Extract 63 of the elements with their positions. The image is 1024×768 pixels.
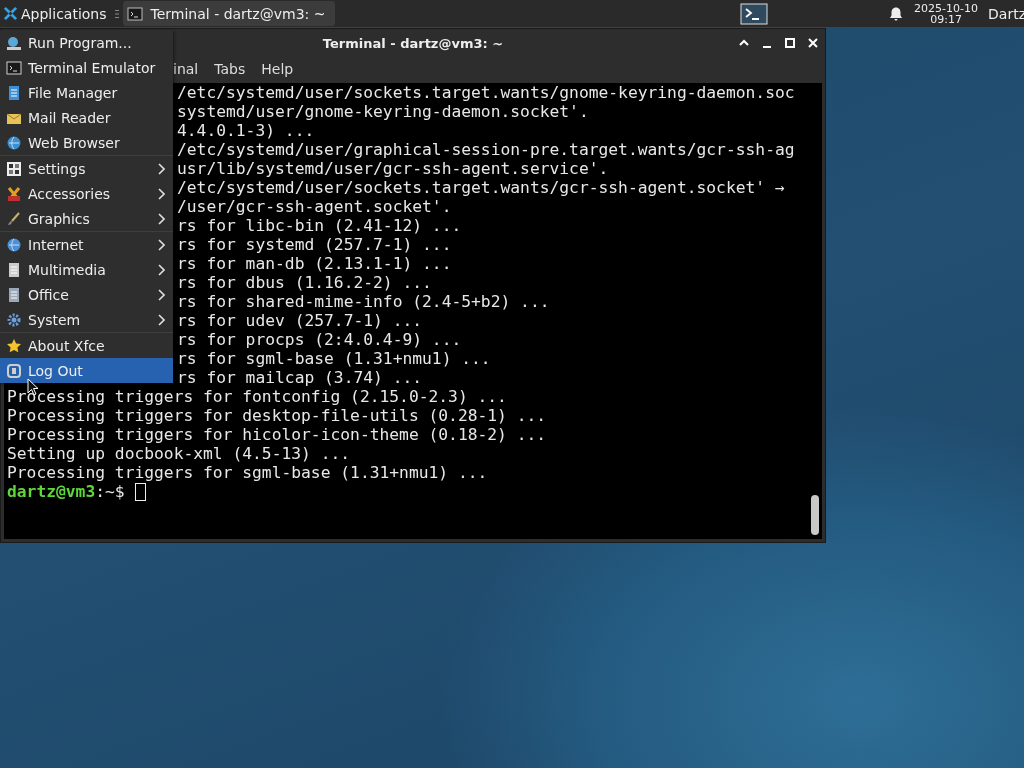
clock-date: 2025-10-10: [914, 2, 979, 14]
scrollbar-thumb[interactable]: [811, 495, 819, 535]
terminal-line: Processing triggers for fontconfig (2.15.0-2.3) ...: [7, 387, 507, 406]
notification-bell-icon[interactable]: [888, 5, 905, 22]
terminal-line: /etc/systemd/user/sockets.target.wants/gcr-ssh-agent.socket' →: [177, 178, 785, 197]
terminal-line: rs for mailcap (3.74) ...: [177, 368, 423, 387]
taskbar-button[interactable]: Terminal - dartz@vm3: ~: [122, 1, 336, 26]
terminal-icon: [126, 5, 143, 22]
terminal-line: Setting up docbook-xml (4.5-13) ...: [7, 444, 351, 463]
terminal-line: rs for libc-bin (2.41-12) ...: [177, 216, 462, 235]
menu-bar-item[interactable]: Tabs: [214, 61, 246, 77]
terminal-line: rs for udev (257.7-1) ...: [177, 311, 423, 330]
globe-icon: [6, 134, 22, 151]
menu-item[interactable]: About Xfce: [0, 333, 173, 358]
gear-icon: [6, 311, 22, 328]
logout-icon: [6, 362, 22, 379]
terminal-line: rs for shared-mime-info (2.4-5+b2) ...: [177, 292, 550, 311]
terminal-icon: [6, 59, 22, 76]
globe-icon: [6, 236, 22, 253]
menu-item[interactable]: Office: [0, 282, 173, 307]
menu-item[interactable]: Terminal Emulator: [0, 55, 173, 80]
terminal-line: rs for systemd (257.7-1) ...: [177, 235, 452, 254]
window-title: Terminal - dartz@vm3: ~: [322, 35, 504, 51]
menu-item[interactable]: Graphics: [0, 206, 173, 231]
terminal-line: Processing triggers for desktop-file-utils (0.28-1) ...: [7, 406, 547, 425]
terminal-line: Processing triggers for hicolor-icon-theme (0.18-2) ...: [7, 425, 547, 444]
menu-item[interactable]: Accessories: [0, 181, 173, 206]
applications-menu-button[interactable]: Applications: [0, 0, 111, 27]
terminal-line: usr/lib/systemd/user/gcr-ssh-agent.service'.: [177, 159, 609, 178]
terminal-line: 4.4.0.1-3) ...: [177, 121, 315, 140]
terminal-line: /user/gcr-ssh-agent.socket'.: [177, 197, 452, 216]
terminal-line: /etc/systemd/user/graphical-session-pre.target.wants/gcr-ssh-ag: [177, 140, 795, 159]
menu-bar-item[interactable]: inal: [173, 61, 199, 77]
terminal-line: rs for dbus (1.16.2-2) ...: [177, 273, 432, 292]
close-icon[interactable]: [807, 37, 819, 49]
brush-icon: [6, 210, 22, 227]
file-icon: [6, 84, 22, 101]
menu-item[interactable]: Internet: [0, 232, 173, 257]
panel-handle-icon: [114, 8, 119, 19]
menu-bar-item[interactable]: Help: [261, 61, 294, 77]
menu-item[interactable]: File Manager: [0, 80, 173, 105]
grid-icon: [6, 160, 22, 177]
terminal-launcher-icon[interactable]: [740, 2, 769, 25]
terminal-line: rs for man-db (2.13.1-1) ...: [177, 254, 452, 273]
terminal-line: systemd/user/gnome-keyring-daemon.socket'.: [177, 102, 589, 121]
menu-item[interactable]: Log Out: [0, 358, 173, 383]
menu-item[interactable]: Mail Reader: [0, 105, 173, 130]
star-icon: [6, 337, 22, 354]
prompt-user-host: dartz@vm3: [7, 482, 96, 501]
menu-item[interactable]: System: [0, 307, 173, 332]
menu-item[interactable]: Web Browser: [0, 130, 173, 155]
terminal-line: rs for procps (2:4.0.4-9) ...: [177, 330, 462, 349]
document-icon: [6, 286, 22, 303]
menu-item[interactable]: Settings: [0, 156, 173, 181]
maximize-icon[interactable]: [784, 37, 796, 49]
terminal-line: Processing triggers for sgml-base (1.31+nmu1) ...: [7, 463, 488, 482]
menu-item[interactable]: Run Program...: [0, 30, 173, 55]
terminal-line: rs for sgml-base (1.31+nmu1) ...: [177, 349, 491, 368]
terminal-line: /etc/systemd/user/sockets.target.wants/gnome-keyring-daemon.soc: [177, 83, 795, 102]
clock-time: 09:17: [930, 13, 962, 25]
menu-item[interactable]: Multimedia: [0, 257, 173, 282]
text-cursor: [134, 482, 146, 501]
prompt-path: :~$: [95, 482, 125, 501]
